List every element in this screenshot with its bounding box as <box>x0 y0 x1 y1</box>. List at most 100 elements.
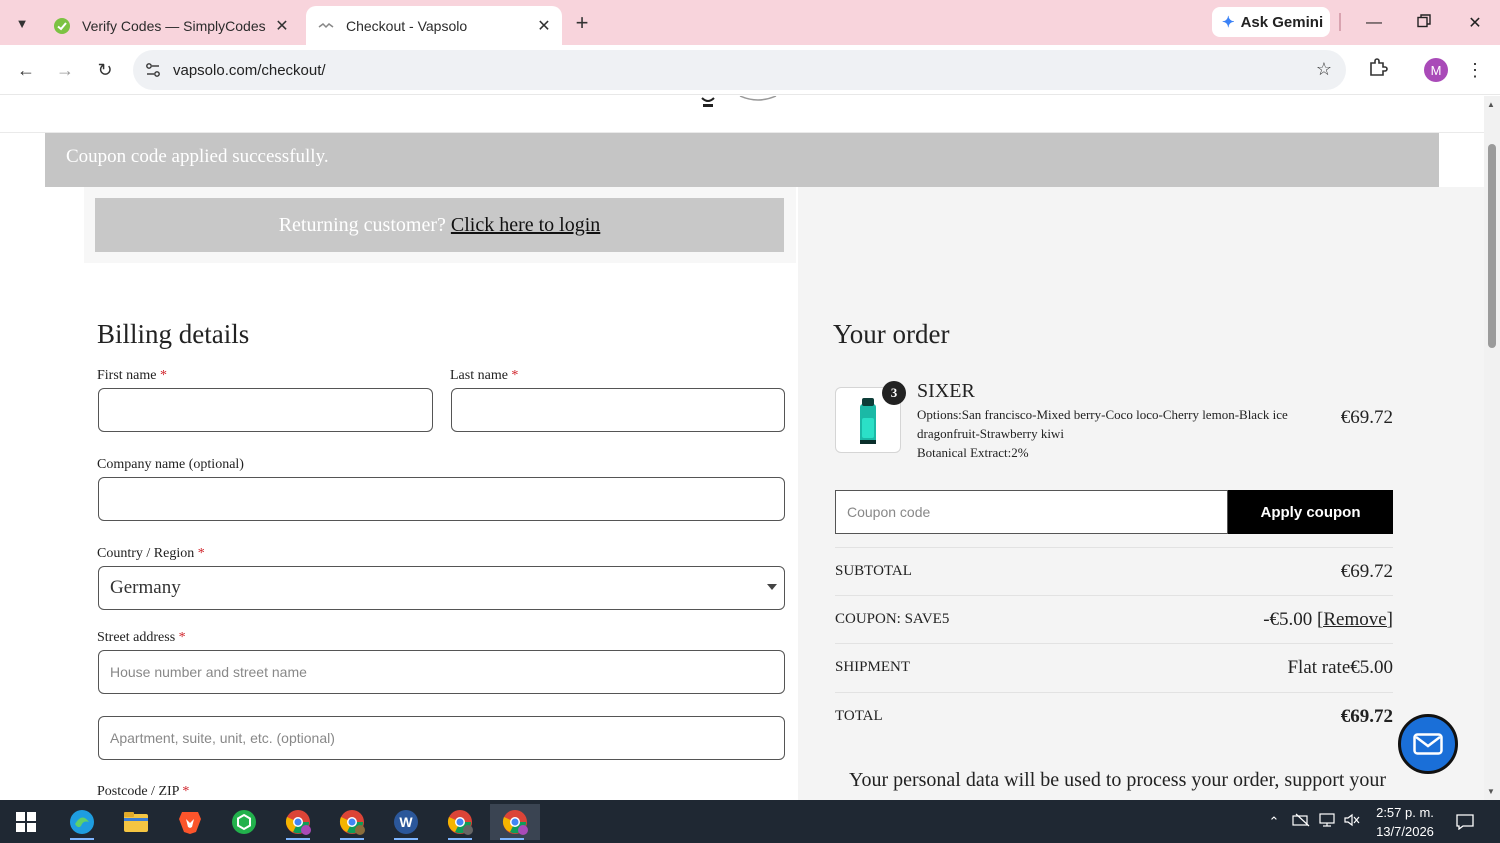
country-select[interactable]: Germany <box>98 566 785 610</box>
scrollbar-thumb[interactable] <box>1488 144 1496 348</box>
taskbar-edge[interactable] <box>60 804 104 840</box>
profile-avatar[interactable]: M <box>1424 58 1448 82</box>
first-name-label: First name * <box>97 368 167 384</box>
extensions-button[interactable] <box>1364 55 1392 83</box>
browser-menu-icon[interactable]: ⋮ <box>1464 56 1486 84</box>
chrome-icon <box>447 810 473 835</box>
app-hexagon-icon <box>232 810 256 834</box>
coupon-label: COUPON: SAVE5 <box>835 611 950 627</box>
contact-mail-button[interactable] <box>1398 714 1458 774</box>
scroll-down-arrow-icon[interactable]: ▼ <box>1487 787 1495 796</box>
chevron-down-icon: ▼ <box>15 15 29 31</box>
start-button[interactable] <box>4 804 48 840</box>
taskbar-chrome-profile-1[interactable] <box>276 804 320 840</box>
subtotal-value: €69.72 <box>1340 560 1393 582</box>
folder-icon <box>124 812 148 832</box>
close-tab-icon[interactable]: ✕ <box>532 14 556 38</box>
network-icon[interactable] <box>1314 813 1340 830</box>
arrow-left-icon: ← <box>17 59 35 80</box>
clock-date: 13/7/2026 <box>1376 824 1434 839</box>
login-link[interactable]: Click here to login <box>451 214 600 237</box>
close-window-button[interactable]: ✕ <box>1452 8 1498 38</box>
chrome-icon <box>502 810 528 835</box>
new-tab-button[interactable]: + <box>568 9 596 37</box>
reload-button[interactable]: ↻ <box>90 55 120 85</box>
subtotal-row: SUBTOTAL €69.72 <box>835 547 1393 595</box>
remove-coupon-link[interactable]: [Remove] <box>1317 609 1393 630</box>
label-text: First name <box>97 368 157 383</box>
forward-button[interactable]: → <box>50 55 80 85</box>
close-tab-icon[interactable]: ✕ <box>270 14 294 38</box>
back-button[interactable]: ← <box>11 55 41 85</box>
street-address-field[interactable]: House number and street name <box>98 650 785 694</box>
required-mark: * <box>160 368 167 383</box>
subtotal-label: SUBTOTAL <box>835 563 912 579</box>
simplycodes-favicon-icon <box>54 17 70 34</box>
site-settings-icon[interactable] <box>144 61 162 79</box>
quantity-badge: 3 <box>882 381 906 405</box>
country-label: Country / Region * <box>97 546 205 562</box>
volume-muted-icon[interactable] <box>1340 813 1364 830</box>
vapsolo-favicon-icon <box>318 18 334 34</box>
coupon-success-notice: Coupon code applied successfully. <box>45 133 1439 187</box>
apartment-field[interactable]: Apartment, suite, unit, etc. (optional) <box>98 716 785 760</box>
tab-search-button[interactable]: ▼ <box>8 9 36 37</box>
plus-icon: + <box>575 10 589 35</box>
chevron-up-icon[interactable]: ⌃ <box>1264 814 1284 830</box>
required-mark: * <box>182 784 190 799</box>
minimize-button[interactable]: — <box>1351 8 1397 38</box>
product-price: €69.72 <box>1340 407 1393 428</box>
arrow-right-icon: → <box>56 59 74 80</box>
scroll-up-arrow-icon[interactable]: ▲ <box>1487 100 1495 109</box>
country-value: Germany <box>110 577 181 598</box>
taskbar-app-green[interactable] <box>222 804 266 840</box>
close-icon: ✕ <box>1468 15 1482 32</box>
svg-text:W: W <box>399 814 413 830</box>
required-mark: * <box>178 630 186 645</box>
coupon-row: COUPON: SAVE5 -€5.00 [Remove] <box>835 595 1393 643</box>
taskbar-chrome-profile-3[interactable] <box>438 804 482 840</box>
reload-icon: ↻ <box>97 59 113 80</box>
order-heading: Your order <box>833 319 950 349</box>
taskbar-chrome-profile-2[interactable] <box>330 804 374 840</box>
notification-center-button[interactable] <box>1452 800 1478 843</box>
product-options-line: Options:San francisco-Mixed berry-Coco l… <box>917 407 1288 441</box>
ask-gemini-button[interactable]: ✦ Ask Gemini <box>1212 7 1330 37</box>
street-placeholder: House number and street name <box>110 664 307 680</box>
input-method-icon[interactable] <box>1288 813 1314 830</box>
address-bar[interactable]: vapsolo.com/checkout/ ☆ <box>133 50 1346 90</box>
url-text: vapsolo.com/checkout/ <box>173 61 326 79</box>
company-field[interactable] <box>98 477 785 521</box>
label-text: Postcode / ZIP <box>97 784 179 799</box>
envelope-icon <box>1413 733 1443 755</box>
tab-vapsolo[interactable]: Checkout - Vapsolo ✕ <box>306 6 562 45</box>
first-name-field[interactable] <box>98 388 433 432</box>
site-logo-arc <box>739 96 777 101</box>
total-row: TOTAL €69.72 <box>835 692 1393 740</box>
minimize-icon: — <box>1366 14 1382 31</box>
total-label: TOTAL <box>835 708 883 724</box>
windows-logo-icon <box>16 812 36 832</box>
taskbar-chrome-active[interactable] <box>490 804 540 840</box>
tab-simplycodes[interactable]: Verify Codes — SimplyCodes ✕ <box>44 6 300 45</box>
product-extract-line: Botanical Extract:2% <box>917 445 1029 460</box>
page-scrollbar[interactable]: ▲ ▼ <box>1484 96 1500 800</box>
bookmark-star-icon[interactable]: ☆ <box>1316 59 1332 80</box>
taskbar-word-app[interactable]: W <box>384 804 428 840</box>
privacy-text: Your personal data will be used to proce… <box>849 769 1387 791</box>
restore-button[interactable] <box>1401 8 1447 38</box>
last-name-field[interactable] <box>451 388 785 432</box>
last-name-label: Last name * <box>450 368 518 384</box>
taskbar-brave[interactable] <box>168 804 212 840</box>
total-value: €69.72 <box>1340 705 1393 727</box>
apply-coupon-button[interactable]: Apply coupon <box>1228 490 1393 534</box>
page-viewport: Coupon code applied successfully. Return… <box>0 96 1484 800</box>
taskbar-file-explorer[interactable] <box>114 804 158 840</box>
windows-taskbar: W ⌃ 2:57 p. m. 13/7/2026 <box>0 800 1500 843</box>
system-tray: ⌃ <box>1264 800 1364 843</box>
w-app-icon: W <box>394 810 418 834</box>
separator <box>1339 13 1341 31</box>
taskbar-clock[interactable]: 2:57 p. m. 13/7/2026 <box>1370 803 1440 841</box>
coupon-code-input[interactable]: Coupon code <box>835 490 1228 534</box>
coupon-discount: -€5.00 <box>1263 608 1313 630</box>
